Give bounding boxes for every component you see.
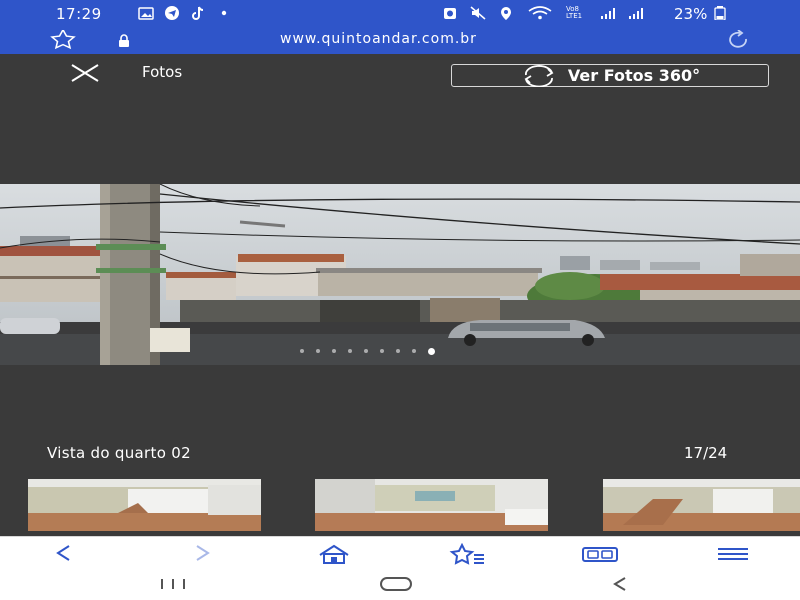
alarm-icon	[442, 6, 458, 20]
carousel-dot[interactable]	[316, 349, 320, 353]
location-icon	[498, 6, 514, 20]
network-label: Vo8 LTE1	[566, 5, 583, 20]
signal-1-icon	[600, 6, 616, 20]
telegram-icon	[164, 6, 180, 20]
hamburger-menu-icon	[718, 548, 748, 560]
home-icon	[319, 544, 349, 564]
status-time: 17:29	[56, 5, 102, 23]
forward-button[interactable]	[192, 543, 212, 567]
more-notifications-dot-icon	[216, 6, 232, 20]
carousel-dot[interactable]	[380, 349, 384, 353]
wifi-icon	[526, 6, 554, 20]
close-button[interactable]	[70, 62, 100, 84]
photo-counter: 17/24	[684, 444, 728, 462]
browser-url-bar: www.quintoandar.com.br	[0, 28, 800, 54]
chevron-left-icon	[56, 545, 70, 561]
main-photo[interactable]	[0, 184, 800, 365]
back-button[interactable]	[54, 543, 74, 567]
menu-button[interactable]	[716, 543, 750, 569]
back-system-button[interactable]	[610, 576, 630, 596]
carousel-dot[interactable]	[332, 349, 336, 353]
thumbnail[interactable]	[603, 479, 800, 531]
carousel-dot[interactable]	[412, 349, 416, 353]
recent-apps-icon	[161, 579, 185, 589]
viewer-title: Fotos	[142, 63, 183, 81]
lock-icon	[117, 33, 131, 52]
url-text[interactable]: www.quintoandar.com.br	[280, 31, 477, 47]
carousel-dot[interactable]	[364, 349, 368, 353]
carousel-dot[interactable]	[348, 349, 352, 353]
view-360-button[interactable]: Ver Fotos 360°	[451, 64, 769, 87]
home-circle-icon	[380, 577, 412, 591]
thumbnail[interactable]	[315, 479, 548, 531]
notification-icons	[138, 6, 232, 20]
back-chevron-icon	[613, 577, 626, 591]
carousel-dot-active[interactable]	[428, 348, 435, 355]
battery-status: 23%	[674, 5, 726, 23]
recent-apps-button[interactable]	[158, 576, 188, 596]
status-bar: 17:29 Vo8 LTE1 23%	[0, 0, 800, 28]
close-icon	[71, 64, 99, 82]
system-status-icons: Vo8 LTE1	[442, 6, 644, 20]
view-360-label: Ver Fotos 360°	[567, 66, 701, 85]
browser-bottom-bar	[0, 536, 800, 571]
mute-icon	[470, 6, 486, 20]
gallery-icon	[138, 6, 154, 20]
home-button[interactable]	[316, 543, 352, 569]
battery-icon	[714, 6, 726, 21]
tabs-button[interactable]	[580, 543, 620, 569]
signal-2-icon	[628, 6, 644, 20]
chevron-right-icon	[196, 545, 210, 561]
rotate-360-icon	[524, 64, 554, 87]
tabs-icon	[582, 547, 618, 562]
tiktok-icon	[190, 6, 206, 20]
battery-percent: 23%	[674, 5, 708, 23]
photo-caption: Vista do quarto 02	[47, 444, 191, 462]
carousel-dot[interactable]	[300, 349, 304, 353]
star-icon[interactable]	[46, 28, 80, 54]
thumbnail[interactable]	[28, 479, 261, 531]
bookmarks-button[interactable]	[448, 542, 488, 569]
bookmarks-icon	[449, 542, 484, 565]
reload-icon[interactable]	[722, 29, 754, 54]
carousel-dot[interactable]	[396, 349, 400, 353]
system-navigation-bar	[0, 570, 800, 600]
carousel-dots	[300, 348, 435, 355]
home-system-button[interactable]	[378, 576, 414, 596]
